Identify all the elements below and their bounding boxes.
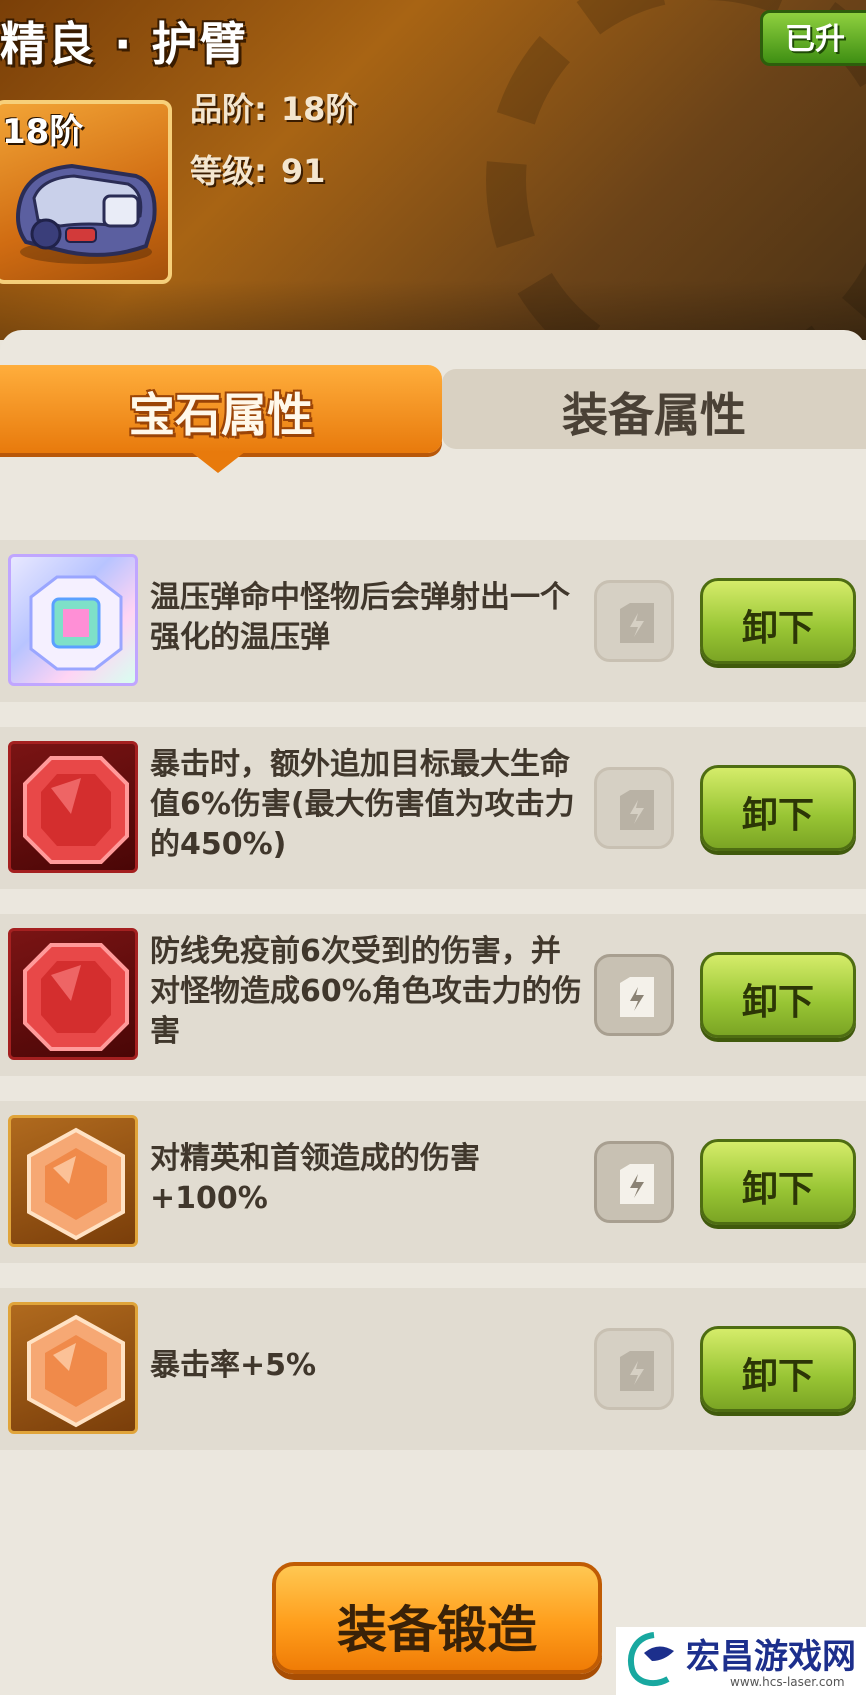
lock-button[interactable]	[594, 1141, 674, 1223]
orange-gem-icon[interactable]	[8, 1302, 138, 1434]
attribute-tabs: 宝石属性 装备属性	[0, 365, 866, 473]
gem-row: 暴击率+5% 卸下	[0, 1288, 866, 1450]
gem-description: 暴击时，额外追加目标最大生命值6%伤害(最大伤害值为攻击力的450%)	[150, 747, 575, 862]
unload-button[interactable]: 卸下	[700, 1326, 856, 1412]
gem-row: 防线免疫前6次受到的伤害，并对怪物造成60%角色攻击力的伤害 卸下	[0, 914, 866, 1076]
lock-button[interactable]	[594, 767, 674, 849]
unload-button[interactable]: 卸下	[700, 578, 856, 664]
stat-tier: 品阶: 18阶	[190, 84, 357, 130]
stat-tier-value: 18阶	[280, 90, 358, 128]
forge-equipment-button[interactable]: 装备锻造	[272, 1562, 602, 1674]
gem-description: 防线免疫前6次受到的伤害，并对怪物造成60%角色攻击力的伤害	[150, 934, 582, 1049]
equipment-header: 精良 · 护臂 已升 18阶 品阶: 18阶 等级: 91	[0, 0, 866, 340]
lock-icon	[620, 1164, 654, 1204]
orange-gem-icon[interactable]	[8, 1115, 138, 1247]
unload-button-label: 卸下	[741, 1169, 814, 1210]
armguard-icon	[16, 163, 157, 264]
site-watermark: 宏昌游戏网 www.hcs-laser.com	[616, 1627, 866, 1695]
gem-description: 对精英和首领造成的伤害+100%	[150, 1141, 480, 1216]
watermark-logo-icon	[628, 1632, 674, 1687]
unload-button[interactable]: 卸下	[700, 765, 856, 851]
upgraded-badge[interactable]: 已升	[760, 10, 866, 66]
lock-icon	[620, 603, 654, 643]
lock-icon	[620, 977, 654, 1017]
gem-row: 暴击时，额外追加目标最大生命值6%伤害(最大伤害值为攻击力的450%) 卸下	[0, 727, 866, 889]
lock-icon	[620, 1351, 654, 1391]
unload-button-label: 卸下	[741, 608, 814, 649]
tab-gem-attributes-label: 宝石属性	[129, 388, 313, 442]
unload-button[interactable]: 卸下	[700, 952, 856, 1038]
forge-equipment-label: 装备锻造	[337, 1601, 537, 1659]
gem-row: 对精英和首领造成的伤害+100% 卸下	[0, 1101, 866, 1263]
lock-button[interactable]	[594, 1328, 674, 1410]
watermark-name: 宏昌游戏网	[686, 1637, 856, 1677]
lock-button[interactable]	[594, 580, 674, 662]
unload-button-label: 卸下	[741, 795, 814, 836]
watermark-url: www.hcs-laser.com	[730, 1675, 845, 1689]
rainbow-gem-icon[interactable]	[8, 554, 138, 686]
equipment-title: 精良 · 护臂	[0, 17, 248, 71]
lock-button[interactable]	[594, 954, 674, 1036]
stat-tier-label: 品阶:	[190, 90, 267, 128]
lock-icon	[620, 790, 654, 830]
red-gem-icon[interactable]	[8, 928, 138, 1060]
stat-level-value: 91	[280, 152, 326, 190]
gem-row: 温压弹命中怪物后会弹射出一个强化的温压弹 卸下	[0, 540, 866, 702]
unload-button-label: 卸下	[741, 982, 814, 1023]
gem-description: 暴击率+5%	[150, 1348, 317, 1383]
unload-button-label: 卸下	[741, 1356, 814, 1397]
gem-description: 温压弹命中怪物后会弹射出一个强化的温压弹	[150, 580, 570, 655]
unload-button[interactable]: 卸下	[700, 1139, 856, 1225]
equipment-item-frame: 18阶	[0, 100, 172, 284]
tab-pointer	[190, 451, 246, 473]
tab-equipment-attributes-label: 装备属性	[562, 388, 746, 442]
tab-equipment-attributes[interactable]: 装备属性	[442, 369, 866, 449]
stat-level-label: 等级:	[190, 152, 267, 190]
tab-gem-attributes[interactable]: 宝石属性	[0, 365, 442, 473]
red-gem-icon[interactable]	[8, 741, 138, 873]
stat-level: 等级: 91	[190, 146, 325, 192]
